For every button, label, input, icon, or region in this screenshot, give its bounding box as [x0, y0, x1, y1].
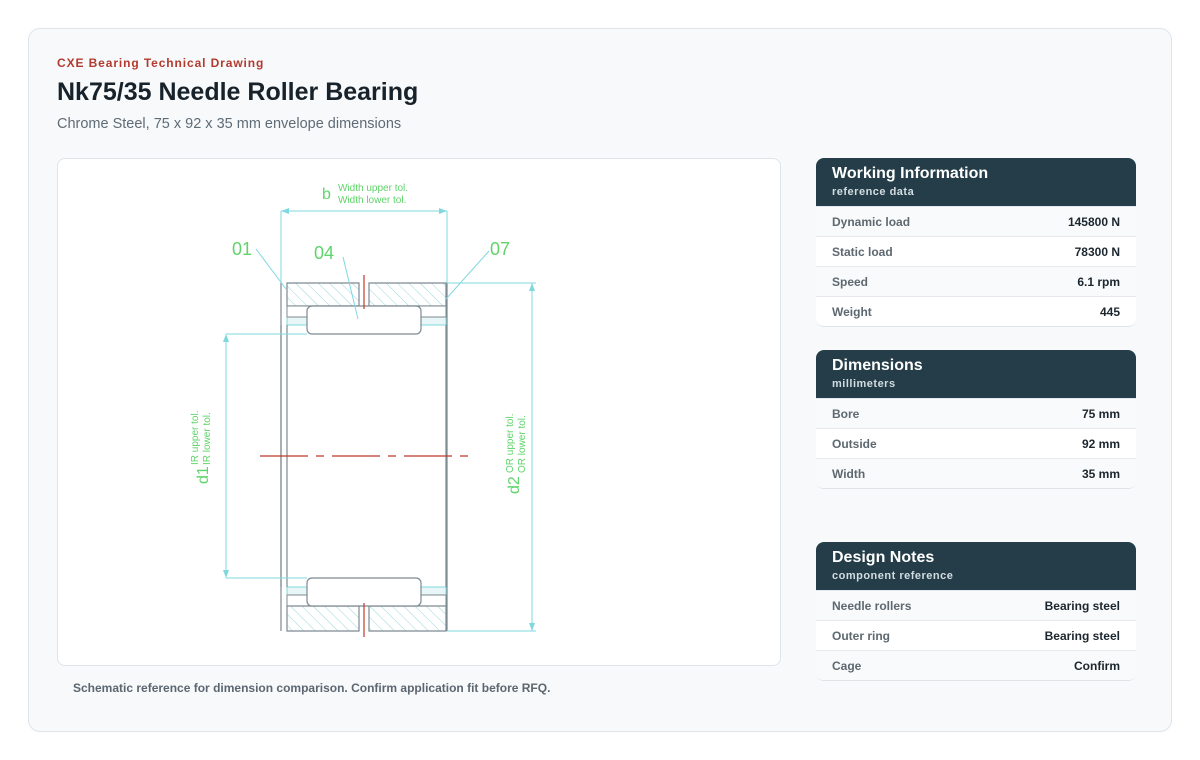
bearing-drawing: b Width upper tol. Width lower tol. 01 0…	[190, 183, 536, 637]
card-subtitle: millimeters	[832, 378, 896, 390]
technical-drawing-panel: b Width upper tol. Width lower tol. 01 0…	[57, 158, 781, 666]
table-row: Width 35 mm	[816, 458, 1136, 488]
table-row: Outside 92 mm	[816, 428, 1136, 458]
d1-arrow-bottom	[223, 570, 229, 578]
row-label: Dynamic load	[832, 214, 911, 229]
row-value: 78300 N	[1074, 244, 1120, 259]
row-label: Width	[832, 466, 866, 481]
table-row: Static load 78300 N	[816, 236, 1136, 266]
card-title: Working Information	[832, 165, 989, 182]
row-label: Weight	[832, 304, 872, 319]
row-value: Bearing steel	[1044, 598, 1120, 613]
d1-arrow-top	[223, 334, 229, 342]
needle-roller-top	[306, 305, 422, 335]
drawing-caption: Schematic reference for dimension compar…	[73, 681, 551, 695]
row-label: Outer ring	[832, 628, 891, 643]
d2-arrow-bottom	[529, 623, 535, 631]
row-value: 75 mm	[1081, 406, 1120, 421]
card-title: Dimensions	[832, 357, 923, 374]
table-row: Dynamic load 145800 N	[816, 206, 1136, 236]
part-label-07: 07	[490, 239, 510, 259]
table-row: Speed 6.1 rpm	[816, 266, 1136, 296]
row-label: Needle rollers	[832, 598, 912, 613]
ir-lower-tol: IR lower tol.	[202, 412, 213, 465]
working-information-header: Working Information reference data	[816, 158, 1136, 206]
table-row: Bore 75 mm	[816, 398, 1136, 428]
width-arrow-left	[281, 208, 289, 214]
needle-roller-bottom	[306, 577, 422, 607]
page-card: CXE Bearing Technical Drawing Nk75/35 Ne…	[28, 28, 1172, 732]
leader-07	[445, 250, 490, 300]
row-value: Bearing steel	[1044, 628, 1120, 643]
table-row: Needle rollers Bearing steel	[816, 590, 1136, 620]
dimensions-header: Dimensions millimeters	[816, 350, 1136, 398]
part-label-01: 01	[232, 239, 252, 259]
card-subtitle: component reference	[832, 570, 954, 582]
width-lower-tol: Width lower tol.	[338, 195, 406, 206]
row-value: 35 mm	[1081, 466, 1120, 481]
dimension-rows: Bore 75 mm Outside 92 mm Width 35 mm	[816, 398, 1136, 488]
working-information-card: Working Information reference data Dynam…	[816, 158, 1136, 327]
design-notes-header: Design Notes component reference	[816, 542, 1136, 590]
or-upper-tol: OR upper tol.	[505, 414, 516, 473]
row-label: Speed	[832, 274, 869, 289]
page-subtitle: Chrome Steel, 75 x 92 x 35 mm envelope d…	[57, 116, 402, 132]
table-row: Cage Confirm	[816, 650, 1136, 680]
dimensions-card: Dimensions millimeters Bore 75 mm Outside…	[816, 350, 1136, 489]
row-value: Confirm	[1074, 658, 1120, 673]
part-label-04: 04	[314, 243, 334, 263]
row-label: Cage	[832, 658, 862, 673]
table-row: Outer ring Bearing steel	[816, 620, 1136, 650]
design-notes-card: Design Notes component reference Needle …	[816, 542, 1136, 681]
working-rows: Dynamic load 145800 N Static load 78300 N …	[816, 206, 1136, 326]
ir-upper-tol: IR upper tol.	[190, 411, 201, 465]
row-value: 6.1 rpm	[1077, 274, 1120, 289]
d2-arrow-top	[529, 283, 535, 291]
row-label: Outside	[832, 436, 877, 451]
row-value: 445	[1099, 304, 1120, 319]
card-title: Design Notes	[832, 549, 935, 566]
row-label: Bore	[832, 406, 860, 421]
row-value: 92 mm	[1081, 436, 1120, 451]
notes-rows: Needle rollers Bearing steel Outer ring Be…	[816, 590, 1136, 680]
d2-symbol: d2	[506, 476, 523, 494]
d1-symbol: d1	[195, 466, 212, 484]
width-upper-tol: Width upper tol.	[338, 183, 408, 194]
row-label: Static load	[832, 244, 893, 259]
table-row: Weight 445	[816, 296, 1136, 326]
row-value: 145800 N	[1067, 214, 1120, 229]
width-symbol: b	[322, 186, 331, 203]
eyebrow-label: CXE Bearing Technical Drawing	[57, 56, 265, 70]
or-lower-tol: OR lower tol.	[517, 415, 528, 473]
card-subtitle: reference data	[832, 186, 915, 198]
page-title: Nk75/35 Needle Roller Bearing	[57, 78, 419, 106]
width-arrow-right	[439, 208, 447, 214]
